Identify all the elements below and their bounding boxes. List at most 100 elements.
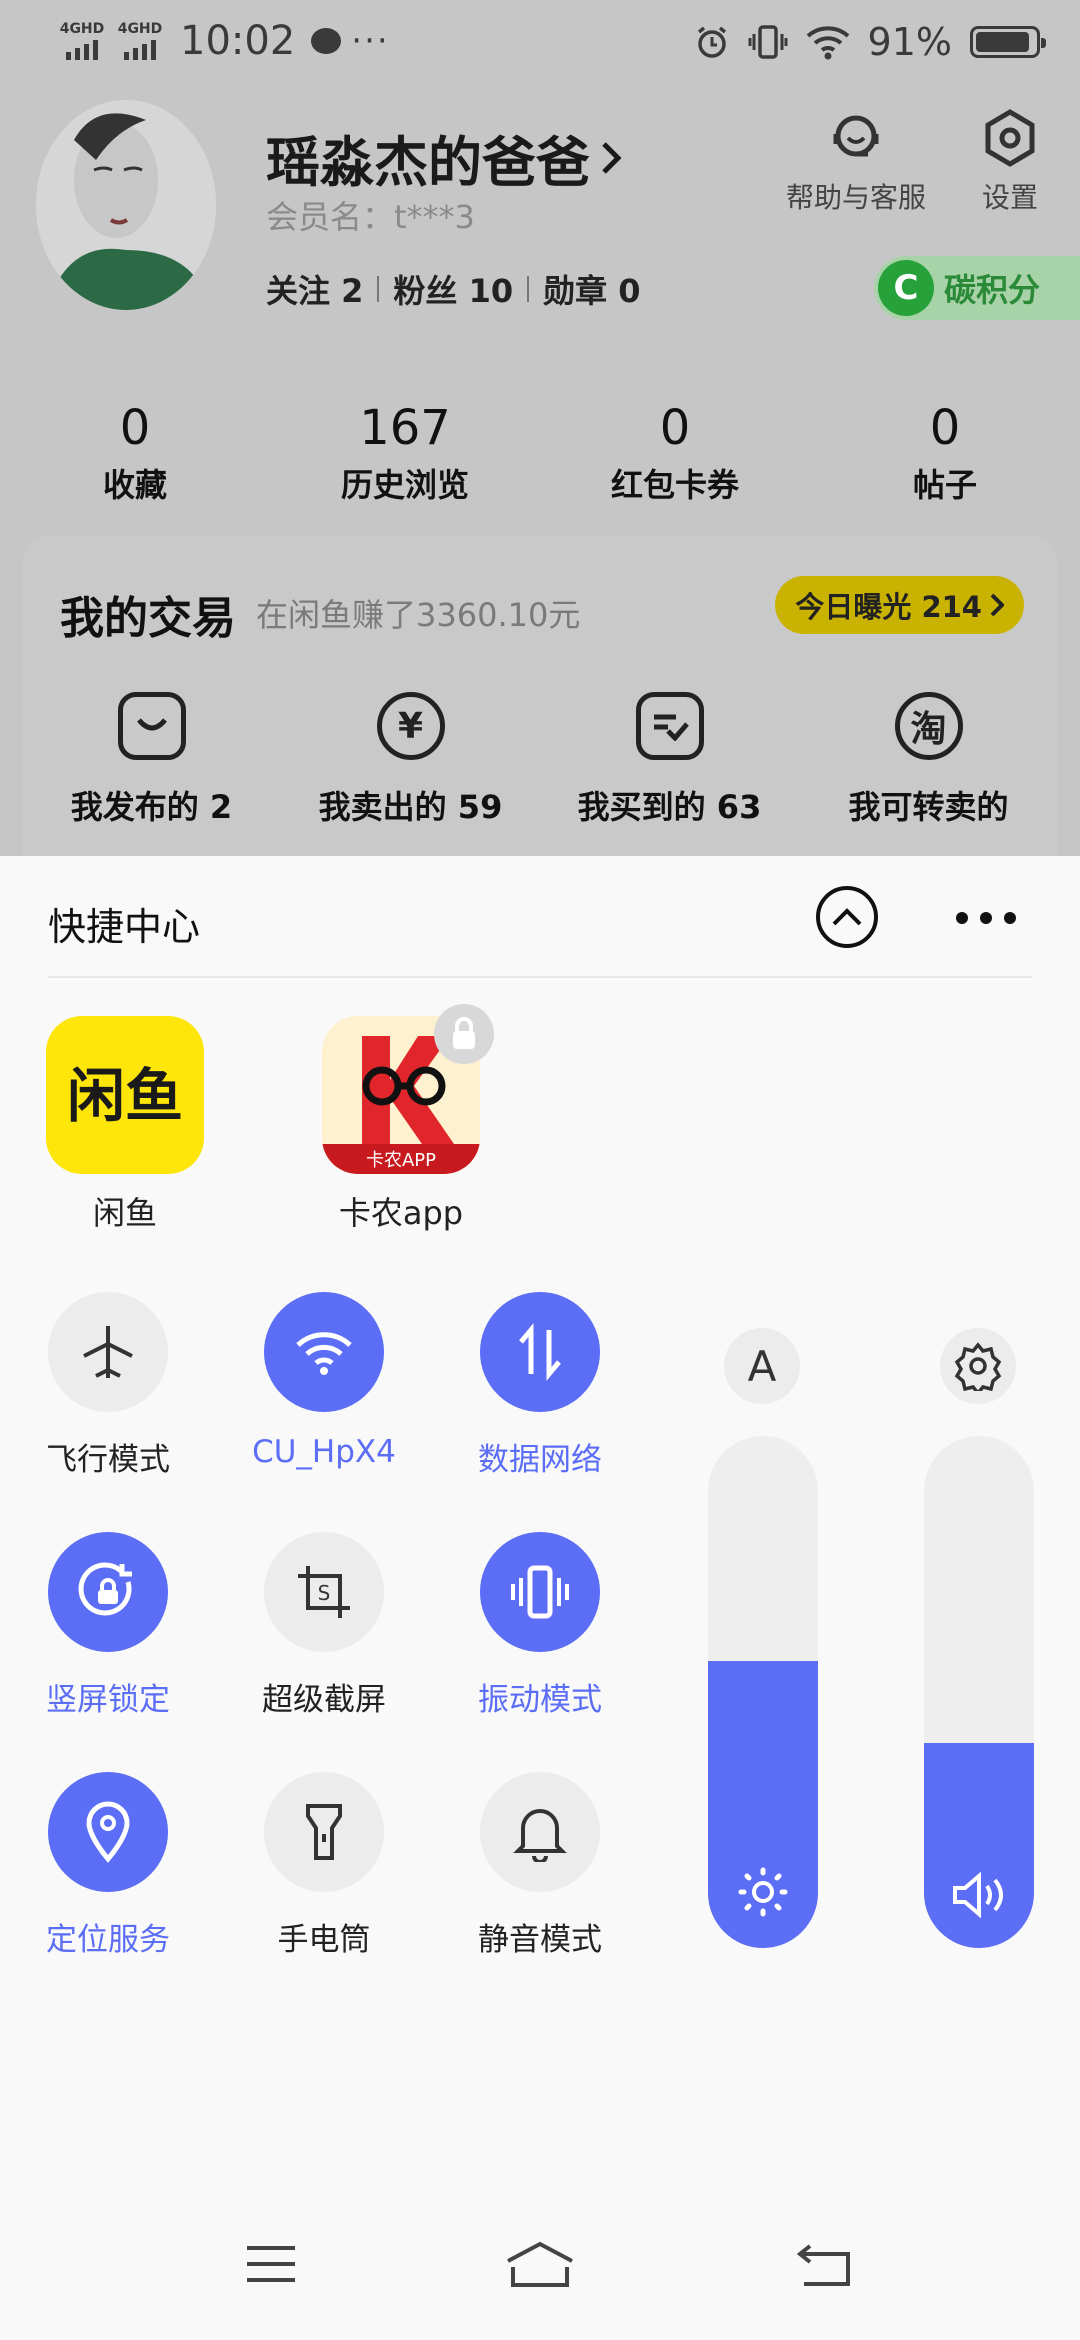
signal-sim1-icon: 4GHD bbox=[58, 22, 106, 60]
status-left: 4GHD 4GHD 10:02 ··· bbox=[58, 18, 390, 64]
tile-wifi[interactable]: CU_HpX4 bbox=[249, 1292, 399, 1470]
more-options-button[interactable] bbox=[956, 912, 1016, 924]
tile-mobile-data[interactable]: 数据网络 bbox=[465, 1292, 615, 1479]
headset-icon bbox=[833, 115, 879, 157]
follow-stats: 关注 2 粉丝 10 勋章 0 bbox=[266, 266, 641, 312]
alarm-icon bbox=[697, 26, 726, 58]
back-button[interactable] bbox=[784, 2234, 864, 2294]
member-name: 会员名：t***3 bbox=[266, 198, 475, 236]
carbon-label: 碳积分 bbox=[944, 271, 1041, 309]
airplane-icon bbox=[48, 1292, 168, 1412]
trade-bought[interactable]: 我买到的 63 bbox=[540, 692, 799, 828]
trade-item-label: 我买到的 63 bbox=[577, 788, 762, 826]
divider bbox=[48, 976, 1032, 978]
sound-settings-button[interactable] bbox=[940, 1328, 1016, 1404]
chevron-right-icon bbox=[602, 141, 622, 174]
tile-vibrate-mode[interactable]: 振动模式 bbox=[465, 1532, 615, 1719]
tile-label: 竖屏锁定 bbox=[46, 1682, 170, 1718]
medals-count[interactable]: 勋章 0 bbox=[543, 266, 640, 312]
tile-label: 飞行模式 bbox=[46, 1442, 170, 1478]
trade-published[interactable]: 我发布的 2 bbox=[22, 692, 281, 828]
xianyu-logo-text: 闲鱼 bbox=[67, 1062, 183, 1130]
stat-posts[interactable]: 0 帖子 bbox=[810, 400, 1080, 506]
carbon-points-button[interactable]: C 碳积分 bbox=[874, 256, 1080, 320]
auto-brightness-button[interactable]: A bbox=[724, 1328, 800, 1404]
exposure-label: 今日曝光 214 bbox=[795, 590, 982, 624]
battery-level bbox=[976, 32, 1029, 52]
trade-sold[interactable]: ¥ 我卖出的 59 bbox=[281, 692, 540, 828]
status-bar: 4GHD 4GHD 10:02 ··· 91% bbox=[0, 0, 1080, 84]
profile-name: 瑶淼杰的爸爸 bbox=[266, 131, 590, 194]
divider bbox=[527, 276, 530, 302]
trade-items: 我发布的 2 ¥ 我卖出的 59 我买到的 63 淘 我可转卖的 bbox=[22, 692, 1058, 828]
trade-title: 我的交易 bbox=[60, 593, 236, 644]
message-notification-icon bbox=[311, 28, 342, 54]
yen-icon: ¥ bbox=[376, 692, 445, 760]
volume-slider[interactable] bbox=[924, 1436, 1034, 1948]
battery-percent: 91% bbox=[867, 20, 952, 64]
app-shortcut-kanong[interactable]: 卡农APP 卡农app bbox=[322, 1004, 494, 1234]
settings-label: 设置 bbox=[981, 181, 1038, 214]
tile-super-screenshot[interactable]: S 超级截屏 bbox=[249, 1532, 399, 1719]
check-note-icon bbox=[635, 692, 704, 760]
home-icon bbox=[507, 2241, 573, 2287]
flashlight-icon bbox=[264, 1772, 384, 1892]
more-notifications: ··· bbox=[351, 21, 390, 61]
recent-apps-button[interactable] bbox=[231, 2234, 311, 2294]
divider bbox=[377, 276, 380, 302]
tile-silent-mode[interactable]: 静音模式 bbox=[465, 1772, 615, 1959]
tile-rotation-lock[interactable]: 竖屏锁定 bbox=[33, 1532, 183, 1719]
xianyu-app-icon: 闲鱼 bbox=[46, 1016, 204, 1174]
tile-label: 数据网络 bbox=[478, 1442, 602, 1478]
stat-value: 0 bbox=[659, 400, 691, 456]
navigation-bar bbox=[0, 2190, 1080, 2340]
tile-flashlight[interactable]: 手电筒 bbox=[249, 1772, 399, 1959]
settings-button[interactable]: 设置 bbox=[980, 108, 1040, 216]
home-button[interactable] bbox=[500, 2234, 580, 2294]
tile-airplane-mode[interactable]: 飞行模式 bbox=[33, 1292, 183, 1479]
quick-center-panel: 快捷中心 闲鱼 闲鱼 卡农APP 卡农app 飞行模式 CU_HpX4 数据网络… bbox=[0, 856, 1080, 2340]
stat-favorites[interactable]: 0 收藏 bbox=[0, 400, 270, 506]
app-shortcut-xianyu[interactable]: 闲鱼 闲鱼 bbox=[46, 1016, 204, 1234]
signal-sim2-icon: 4GHD bbox=[116, 22, 164, 60]
stat-history[interactable]: 167 历史浏览 bbox=[270, 400, 540, 506]
status-time: 10:02 bbox=[180, 18, 296, 64]
screenshot-icon: S bbox=[264, 1532, 384, 1652]
today-exposure-button[interactable]: 今日曝光 214 bbox=[775, 576, 1024, 634]
wifi-icon bbox=[264, 1292, 384, 1412]
chevron-right-icon bbox=[990, 593, 1004, 617]
tile-label: 定位服务 bbox=[46, 1922, 170, 1958]
avatar[interactable] bbox=[36, 100, 216, 310]
profile-name-link[interactable]: 瑶淼杰的爸爸 bbox=[266, 118, 624, 197]
profile-stats: 0 收藏 167 历史浏览 0 红包卡券 0 帖子 bbox=[0, 400, 1080, 506]
menu-icon bbox=[247, 2246, 295, 2282]
trade-resellable[interactable]: 淘 我可转卖的 bbox=[799, 692, 1058, 828]
my-trades-card: 我的交易 在闲鱼赚了3360.10元 今日曝光 214 我发布的 2 ¥ 我卖出… bbox=[22, 536, 1058, 876]
location-icon bbox=[48, 1772, 168, 1892]
tile-label: CU_HpX4 bbox=[252, 1434, 396, 1470]
tile-label: 振动模式 bbox=[478, 1682, 602, 1718]
stat-coupons[interactable]: 0 红包卡券 bbox=[540, 400, 810, 506]
trade-item-label: 我卖出的 59 bbox=[318, 788, 503, 826]
rotation-lock-icon bbox=[48, 1532, 168, 1652]
stat-value: 167 bbox=[359, 400, 451, 456]
brightness-slider[interactable] bbox=[708, 1436, 818, 1948]
help-button[interactable]: 帮助与客服 bbox=[786, 108, 926, 216]
trade-earnings: 在闲鱼赚了3360.10元 bbox=[256, 596, 581, 634]
sim1-label: 4GHD bbox=[59, 21, 105, 37]
carbon-icon: C bbox=[878, 260, 934, 316]
bell-icon bbox=[480, 1772, 600, 1892]
tile-label: 静音模式 bbox=[478, 1922, 602, 1958]
gear-icon bbox=[985, 109, 1035, 167]
tile-location[interactable]: 定位服务 bbox=[33, 1772, 183, 1959]
app-name: 闲鱼 bbox=[92, 1194, 157, 1232]
app-name: 卡农app bbox=[338, 1194, 464, 1232]
auto-brightness-icon: A bbox=[747, 1341, 777, 1391]
fans-count[interactable]: 粉丝 10 bbox=[393, 266, 513, 312]
data-network-icon bbox=[480, 1292, 600, 1412]
tile-label: 手电筒 bbox=[277, 1922, 371, 1958]
svg-text:S: S bbox=[318, 1581, 331, 1605]
collapse-button[interactable] bbox=[816, 886, 878, 948]
follow-count[interactable]: 关注 2 bbox=[266, 266, 363, 312]
trade-item-label: 我发布的 2 bbox=[70, 788, 233, 826]
